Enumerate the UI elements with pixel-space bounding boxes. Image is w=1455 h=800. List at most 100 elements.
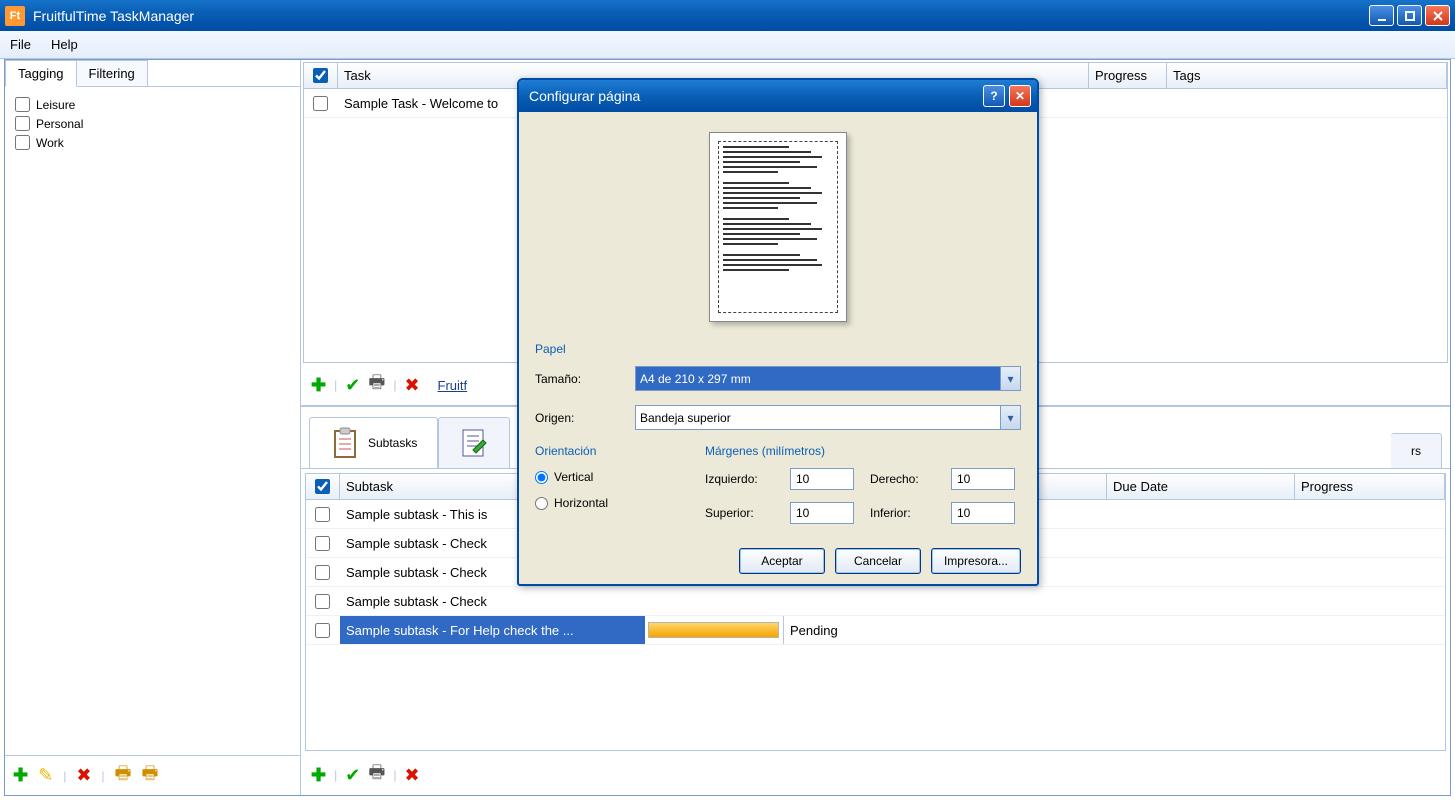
tag-list: Leisure Personal Work	[5, 87, 300, 755]
tab-tagging[interactable]: Tagging	[5, 60, 77, 87]
paper-size-value: A4 de 210 x 297 mm	[640, 372, 751, 386]
sidebar: Tagging Filtering Leisure Personal Work …	[5, 60, 301, 795]
menu-file[interactable]: File	[10, 37, 31, 52]
margin-left-input[interactable]	[790, 468, 854, 490]
dialog-titlebar: Configurar página ? ✕	[519, 80, 1037, 112]
add-task-button[interactable]: ✚	[311, 375, 326, 396]
tag-checkbox[interactable]	[15, 97, 30, 112]
delete-tag-button[interactable]: ✖	[76, 765, 91, 786]
tag-label: Personal	[36, 117, 83, 131]
delete-subtask-button[interactable]: ✖	[404, 765, 419, 786]
chevron-down-icon: ▾	[1000, 406, 1020, 429]
printer-button[interactable]: Impresora...	[931, 548, 1021, 574]
chevron-down-icon: ▾	[1000, 367, 1020, 390]
orientation-legend: Orientación	[535, 444, 675, 458]
col-due[interactable]: Due Date	[1107, 474, 1295, 499]
subtasks-select-all[interactable]	[315, 479, 330, 494]
subtask-status: Pending	[783, 616, 1107, 644]
menubar: File Help	[0, 31, 1455, 59]
window-titlebar: Ft FruitfulTime TaskManager	[0, 0, 1455, 31]
margins-legend: Márgenes (milímetros)	[705, 444, 1021, 458]
print-tasks-button[interactable]: 🖶	[368, 370, 385, 400]
page-setup-dialog: Configurar página ? ✕ Papel	[517, 78, 1039, 586]
add-tag-button[interactable]: ✚	[13, 765, 28, 786]
orientation-horizontal-radio[interactable]: Horizontal	[535, 496, 675, 510]
paper-source-value: Bandeja superior	[640, 411, 731, 425]
orientation-vertical-label: Vertical	[554, 470, 593, 484]
margin-top-input[interactable]	[790, 502, 854, 524]
tab-other-label: rs	[1411, 444, 1421, 458]
sidebar-toolbar: ✚ ✎ | ✖ | 🖶 🖶	[5, 755, 300, 795]
cancel-button[interactable]: Cancelar	[835, 548, 921, 574]
task-checkbox[interactable]	[313, 96, 328, 111]
tag-label: Leisure	[36, 98, 75, 112]
orientation-vertical-radio[interactable]: Vertical	[535, 470, 675, 484]
dialog-title: Configurar página	[525, 88, 979, 104]
paper-source-select[interactable]: Bandeja superior ▾	[635, 405, 1021, 430]
tag-action2-button[interactable]: 🖶	[142, 761, 159, 791]
margin-bottom-label: Inferior:	[870, 506, 941, 520]
subtasks-toolbar: ✚ | ✔ 🖶 | ✖	[301, 755, 1450, 795]
tag-checkbox[interactable]	[15, 116, 30, 131]
tab-notes[interactable]	[438, 417, 510, 468]
minimize-button[interactable]	[1369, 5, 1394, 26]
subtask-name: Sample subtask - For Help check the ...	[340, 616, 645, 644]
subtask-checkbox[interactable]	[315, 565, 330, 580]
subtask-row[interactable]: Sample subtask - Check	[306, 587, 1445, 616]
subtask-name: Sample subtask - Check	[340, 587, 645, 615]
margin-top-label: Superior:	[705, 506, 780, 520]
delete-task-button[interactable]: ✖	[404, 375, 419, 396]
tab-subtasks-label: Subtasks	[368, 436, 417, 450]
tag-item[interactable]: Personal	[15, 114, 290, 133]
tag-label: Work	[36, 136, 64, 150]
tag-checkbox[interactable]	[15, 135, 30, 150]
margin-left-label: Izquierdo:	[705, 472, 780, 486]
page-preview	[709, 132, 847, 322]
paper-size-select[interactable]: A4 de 210 x 297 mm ▾	[635, 366, 1021, 391]
edit-tag-button[interactable]: ✎	[38, 765, 53, 786]
dialog-help-button[interactable]: ?	[983, 85, 1005, 107]
radio-vertical[interactable]	[535, 471, 548, 484]
menu-help[interactable]: Help	[51, 37, 78, 52]
subtask-checkbox[interactable]	[315, 507, 330, 522]
window-title: FruitfulTime TaskManager	[33, 8, 1369, 24]
minimize-icon	[1376, 10, 1388, 22]
source-label: Origen:	[535, 411, 635, 425]
tasks-select-all[interactable]	[313, 68, 328, 83]
subtask-checkbox[interactable]	[315, 623, 330, 638]
print-subtasks-button[interactable]: 🖶	[368, 760, 385, 790]
margin-bottom-input[interactable]	[951, 502, 1015, 524]
dialog-close-button[interactable]: ✕	[1009, 85, 1031, 107]
margin-right-label: Derecho:	[870, 472, 941, 486]
tab-other[interactable]: rs	[1391, 433, 1442, 468]
close-button[interactable]	[1425, 5, 1450, 26]
margin-right-input[interactable]	[951, 468, 1015, 490]
paper-legend: Papel	[535, 342, 1021, 356]
subtask-row[interactable]: Sample subtask - For Help check the ... …	[306, 616, 1445, 645]
tag-action1-button[interactable]: 🖶	[115, 761, 132, 791]
edit-icon	[459, 428, 489, 458]
size-label: Tamaño:	[535, 372, 635, 386]
tab-subtasks[interactable]: Subtasks	[309, 417, 438, 468]
tag-item[interactable]: Work	[15, 133, 290, 152]
maximize-button[interactable]	[1397, 5, 1422, 26]
tag-item[interactable]: Leisure	[15, 95, 290, 114]
tab-filtering[interactable]: Filtering	[76, 60, 148, 86]
radio-horizontal[interactable]	[535, 497, 548, 510]
col-tags[interactable]: Tags	[1167, 63, 1447, 88]
col-progress[interactable]: Progress	[1089, 63, 1167, 88]
subtask-checkbox[interactable]	[315, 594, 330, 609]
orientation-horizontal-label: Horizontal	[554, 496, 608, 510]
complete-subtask-button[interactable]: ✔	[345, 765, 360, 786]
tasks-link[interactable]: Fruitf	[438, 378, 468, 393]
progress-bar	[648, 622, 779, 638]
add-subtask-button[interactable]: ✚	[311, 765, 326, 786]
accept-button[interactable]: Aceptar	[739, 548, 825, 574]
app-icon: Ft	[5, 6, 25, 26]
subtask-checkbox[interactable]	[315, 536, 330, 551]
clipboard-icon	[330, 428, 360, 458]
close-icon	[1432, 10, 1444, 22]
maximize-icon	[1404, 10, 1416, 22]
col-sub-progress[interactable]: Progress	[1295, 474, 1445, 499]
complete-task-button[interactable]: ✔	[345, 375, 360, 396]
